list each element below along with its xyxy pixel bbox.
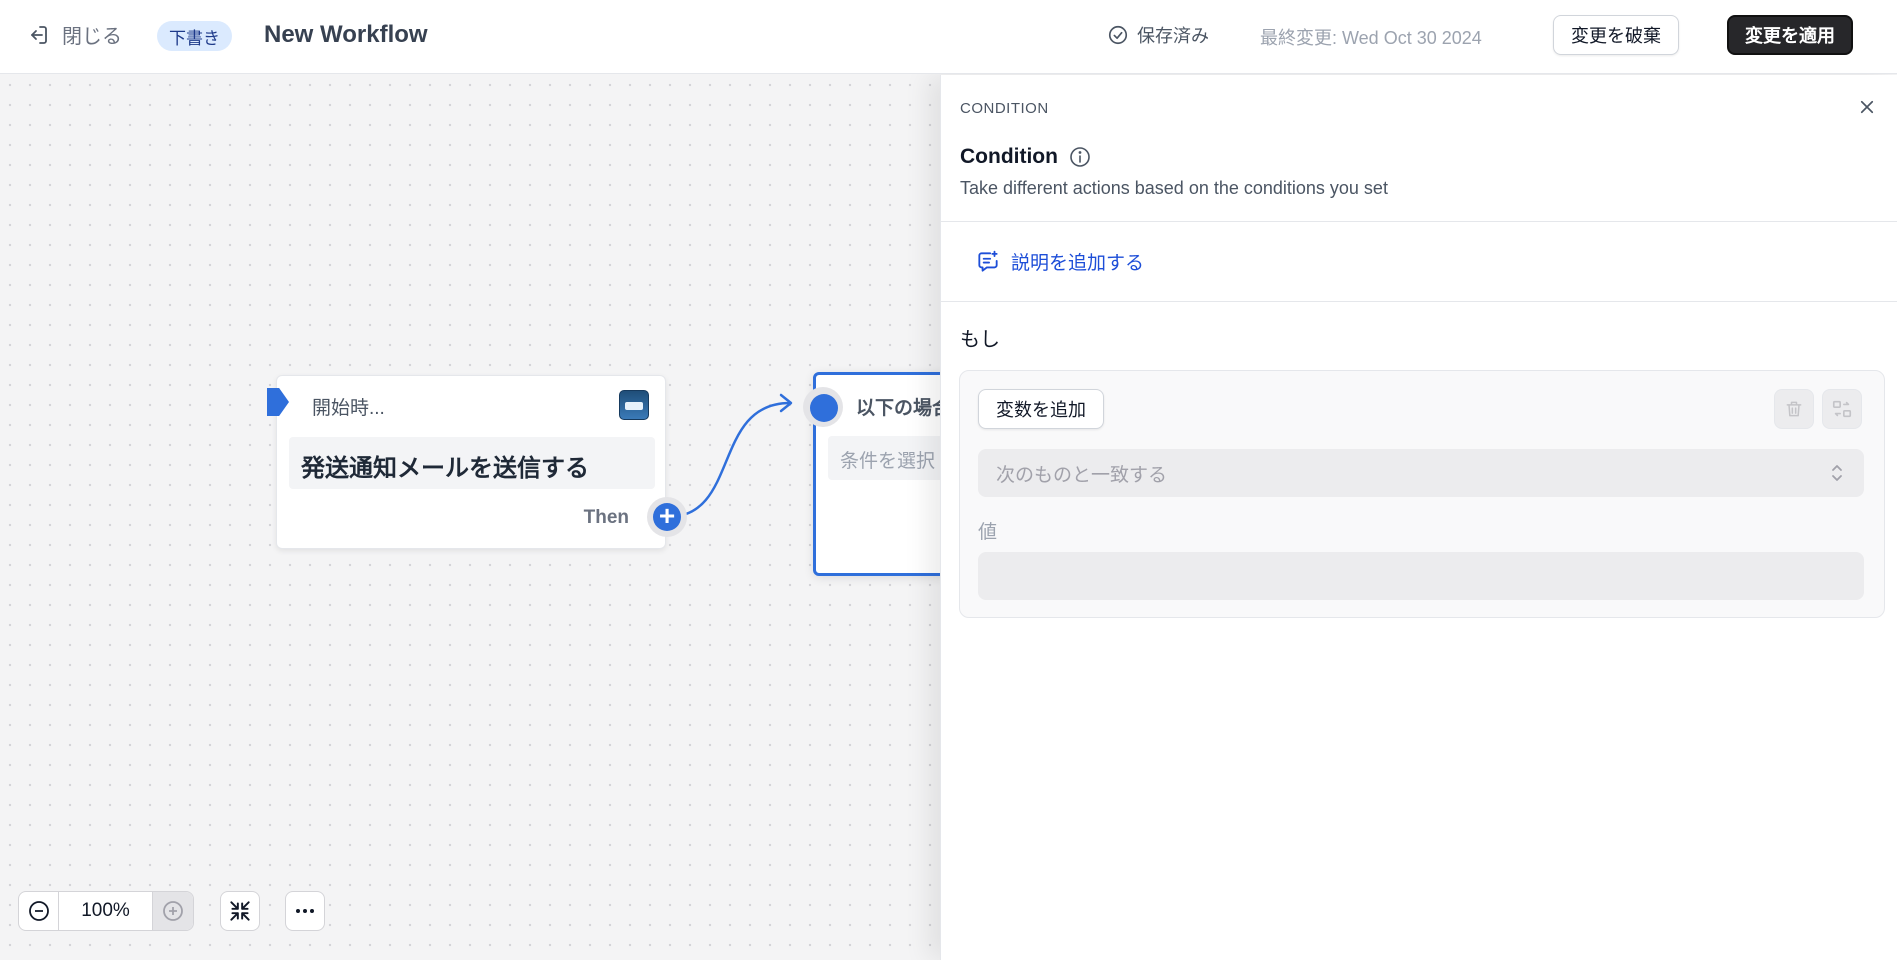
plus-icon: + [653, 502, 681, 531]
divider [941, 221, 1897, 222]
zoom-out-button[interactable] [19, 892, 59, 930]
check-circle-icon [1108, 25, 1128, 45]
match-operator-select[interactable]: 次のものと一致する [978, 449, 1864, 497]
comment-sparkle-icon [978, 250, 998, 272]
zoom-in-button[interactable] [153, 892, 193, 930]
last-modified: 最終変更: Wed Oct 30 2024 [1260, 28, 1482, 48]
divider [941, 301, 1897, 302]
workflow-title[interactable]: New Workflow [264, 21, 428, 49]
then-label: Then [583, 507, 629, 528]
fit-view-button[interactable] [220, 891, 260, 931]
ellipsis-icon [296, 909, 314, 913]
condition-group: 変数を追加 次のものと一致する 値 [959, 370, 1885, 618]
minus-circle-icon [28, 901, 49, 921]
panel-close-button[interactable] [1855, 95, 1879, 119]
condition-node-label: 以下の場合 [856, 398, 940, 419]
swap-icon [1832, 400, 1852, 418]
plus-circle-icon [163, 901, 183, 921]
add-step-button[interactable]: + [647, 497, 687, 537]
zoom-controls: 100% [18, 891, 194, 931]
panel-description: Take different actions based on the cond… [960, 178, 1388, 198]
delete-condition-button[interactable] [1774, 389, 1814, 429]
if-label: もし [960, 329, 1000, 351]
info-icon[interactable] [1068, 145, 1092, 169]
start-node[interactable]: 開始時... 発送通知メールを送信する Then + [267, 375, 687, 549]
convert-condition-button[interactable] [1822, 389, 1862, 429]
add-description-link[interactable]: 説明を追加する [975, 248, 1144, 275]
start-marker-icon [267, 388, 289, 416]
panel-title: Condition [960, 145, 1058, 168]
close-label: 閉じる [62, 26, 122, 48]
condition-node-select[interactable]: 条件を選択 [828, 436, 940, 480]
workflow-canvas[interactable]: 開始時... 発送通知メールを送信する Then + 以下の場合 条件を選択 1… [0, 75, 940, 960]
panel-eyebrow: CONDITION [960, 100, 1049, 117]
saved-label: 保存済み [1137, 26, 1209, 46]
exit-icon [31, 25, 47, 44]
start-node-action[interactable]: 発送通知メールを送信する [289, 437, 655, 489]
saved-status: 保存済み [1107, 22, 1209, 48]
input-port-icon [810, 394, 838, 422]
add-variable-button[interactable]: 変数を追加 [978, 389, 1104, 429]
condition-node[interactable]: 以下の場合 条件を選択 [803, 372, 940, 576]
add-description-label: 説明を追加する [1011, 253, 1145, 274]
collapse-arrows-icon [230, 901, 250, 921]
trash-icon [1786, 401, 1802, 417]
value-input[interactable] [978, 552, 1864, 600]
zoom-level: 100% [59, 892, 153, 930]
top-bar: 閉じる 下書き New Workflow 保存済み 最終変更: Wed Oct … [0, 0, 1897, 74]
chevron-updown-icon [1832, 465, 1842, 481]
draft-badge: 下書き [157, 21, 232, 51]
app-icon [619, 390, 649, 420]
condition-panel: CONDITION Condition Take different actio… [940, 75, 1897, 960]
discard-changes-button[interactable]: 変更を破棄 [1553, 15, 1679, 55]
close-button[interactable]: 閉じる [26, 20, 122, 49]
start-node-label: 開始時... [312, 398, 385, 419]
match-operator-placeholder: 次のものと一致する [996, 464, 1168, 486]
apply-changes-button[interactable]: 変更を適用 [1727, 15, 1853, 55]
close-icon [1860, 100, 1874, 114]
value-label: 値 [978, 522, 998, 543]
more-options-button[interactable] [285, 891, 325, 931]
